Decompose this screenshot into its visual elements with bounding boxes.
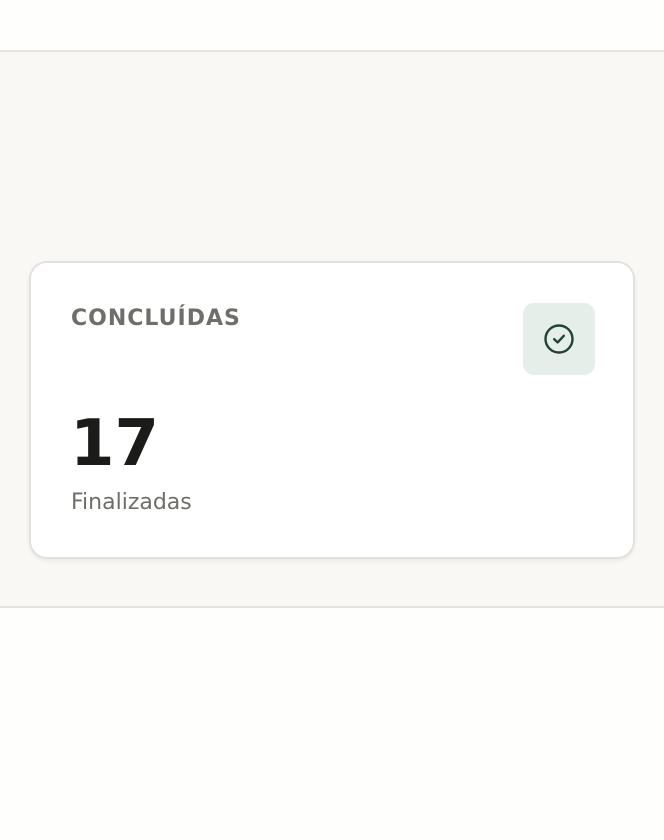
stat-card-icon-container <box>523 303 595 375</box>
stat-card-concluidas: CONCLUÍDAS 17 Finalizadas <box>29 261 635 559</box>
stat-card-value: 17 <box>70 407 160 481</box>
page: CONCLUÍDAS 17 Finalizadas <box>0 0 664 840</box>
check-circle-icon <box>544 324 574 354</box>
stat-card-subtitle: Finalizadas <box>71 490 192 515</box>
stat-card-label: CONCLUÍDAS <box>71 306 241 331</box>
